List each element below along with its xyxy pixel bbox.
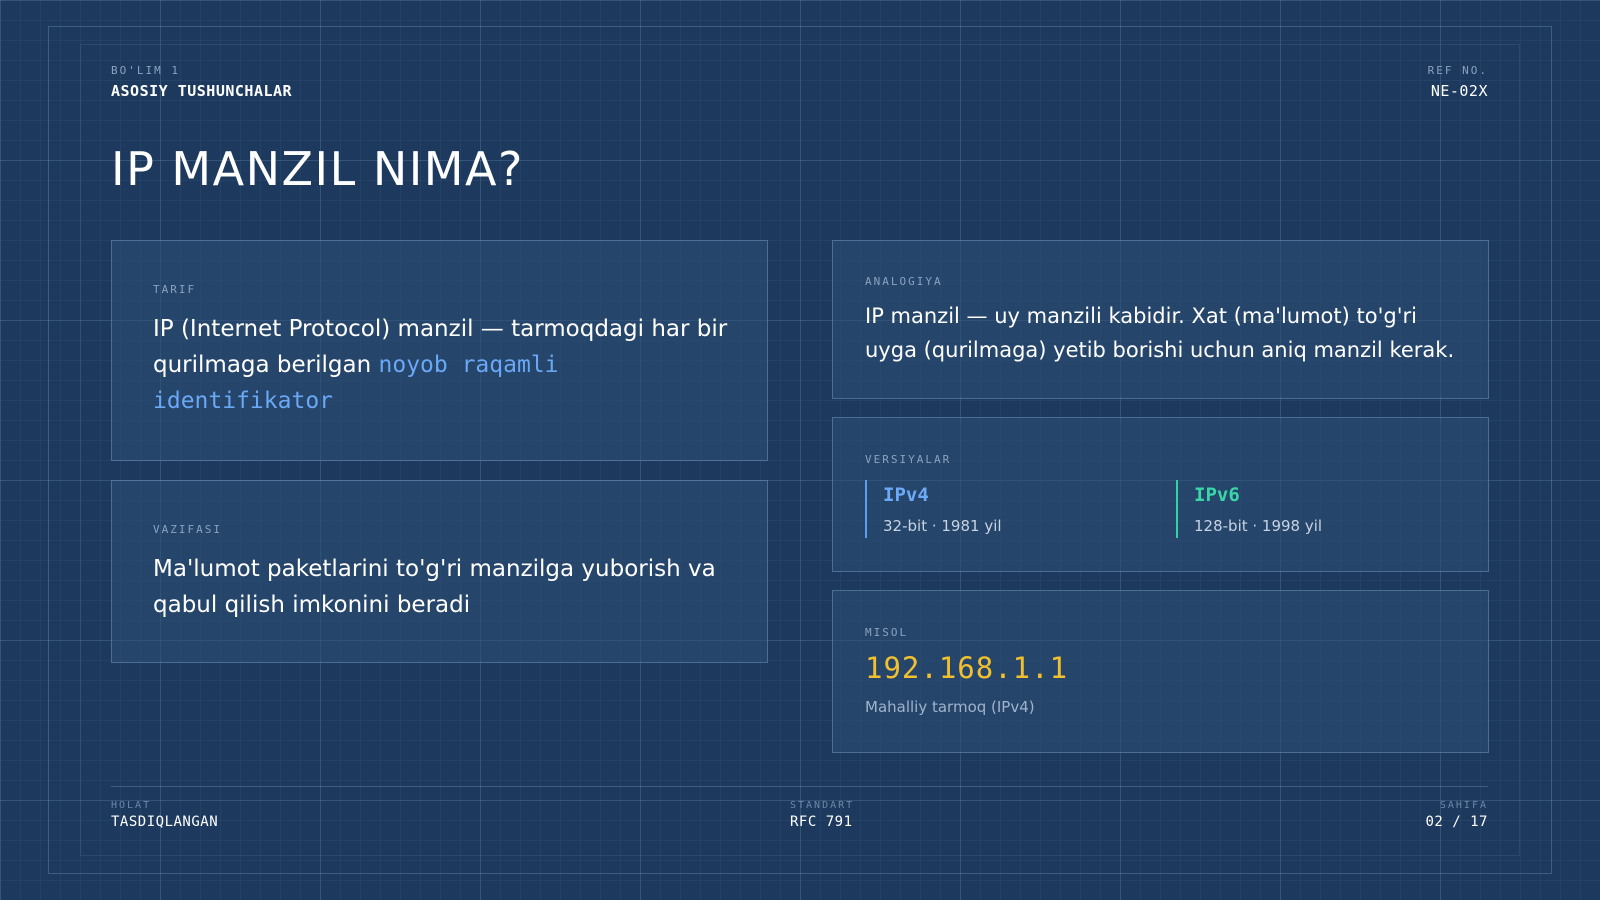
analogy-label: ANALOGIYA: [865, 275, 943, 288]
definition-card: TARIF IP (Internet Protocol) manzil — ta…: [111, 240, 768, 461]
ref-value: NE-02X: [1430, 82, 1488, 100]
standard-label: STANDART: [790, 800, 855, 811]
reference-header: REF NO. NE-02X: [1428, 64, 1488, 100]
version-ipv4-name: IPv4: [883, 484, 929, 506]
footer-standard: STANDART RFC 791: [790, 800, 854, 830]
ref-label: REF NO.: [1427, 64, 1488, 77]
example-ip-address: 192.168.1.1: [865, 651, 1069, 685]
versions-label: VERSIYALAR: [865, 453, 952, 466]
definition-text: IP (Internet Protocol) manzil — tarmoqda…: [153, 311, 743, 419]
status-value: TASDIQLANGAN: [111, 814, 219, 830]
section-header: BO'LIM 1 ASOSIY TUSHUNCHALAR: [111, 64, 292, 100]
section-label: BO'LIM 1: [111, 64, 180, 77]
example-card: MISOL 192.168.1.1 Mahalliy tarmoq (IPv4): [832, 590, 1489, 753]
analogy-card: ANALOGIYA IP manzil — uy manzili kabidir…: [832, 240, 1489, 399]
version-ipv4: IPv4 32-bit · 1981 yil: [865, 480, 1002, 538]
section-title: ASOSIY TUSHUNCHALAR: [111, 82, 293, 100]
page-label: SAHIFA: [1439, 800, 1488, 811]
example-description: Mahalliy tarmoq (IPv4): [865, 698, 1035, 716]
version-ipv6: IPv6 128-bit · 1998 yil: [1176, 480, 1322, 538]
footer-divider: [111, 786, 1488, 787]
definition-label: TARIF: [153, 283, 197, 296]
example-label: MISOL: [865, 626, 909, 639]
analogy-text: IP manzil — uy manzili kabidir. Xat (ma'…: [865, 304, 1455, 362]
versions-card: VERSIYALAR IPv4 32-bit · 1981 yil IPv6 1…: [832, 417, 1489, 572]
function-text: Ma'lumot paketlarini to'g'ri manzilga yu…: [153, 556, 716, 618]
function-label: VAZIFASI: [153, 523, 222, 536]
version-ipv4-desc: 32-bit · 1981 yil: [883, 517, 1002, 535]
status-label: HOLAT: [111, 800, 152, 811]
function-card: VAZIFASI Ma'lumot paketlarini to'g'ri ma…: [111, 480, 768, 663]
version-ipv6-desc: 128-bit · 1998 yil: [1194, 517, 1323, 535]
footer-status: HOLAT TASDIQLANGAN: [111, 800, 218, 830]
page-number: 02 / 17: [1425, 814, 1488, 830]
version-ipv6-name: IPv6: [1194, 484, 1240, 506]
standard-value: RFC 791: [790, 814, 853, 830]
footer-page: SAHIFA 02 / 17: [1425, 800, 1488, 830]
page-title: IP MANZIL NIMA?: [111, 142, 524, 196]
